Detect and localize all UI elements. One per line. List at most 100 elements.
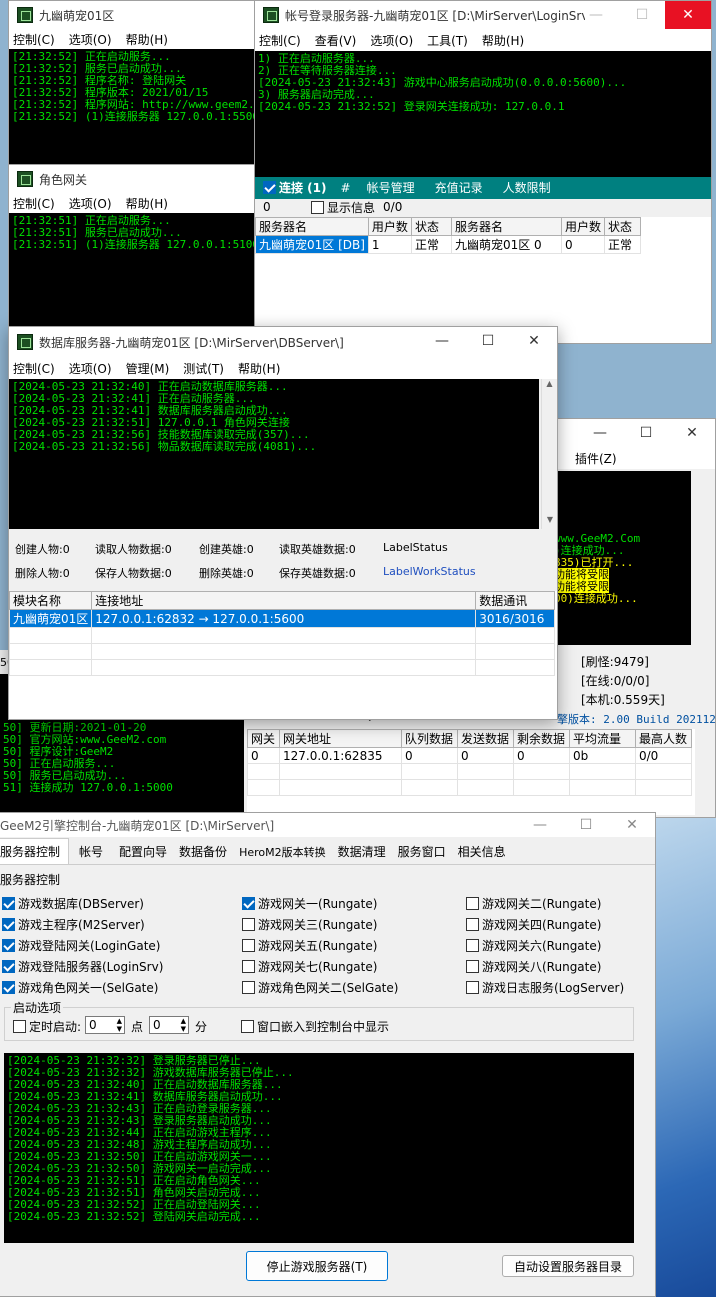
maximize-icon[interactable]: ☐ <box>619 1 665 29</box>
menu-view[interactable]: 查看(V) <box>315 32 357 49</box>
menu-control[interactable]: 控制(C) <box>13 195 55 212</box>
tab-recharge-log[interactable]: 充值记录 <box>435 179 483 196</box>
close-icon[interactable]: ✕ <box>511 327 557 355</box>
title-bar[interactable]: 九幽萌宠01区 <box>9 1 269 29</box>
menu-control[interactable]: 控制(C) <box>13 360 55 377</box>
table-row[interactable]: 九幽萌宠01区 [DB] 1 正常 九幽萌宠01区 0 0 正常 <box>255 235 641 254</box>
col-status-2[interactable]: 状态 <box>603 217 641 236</box>
tab-config-wizard[interactable]: 配置向导 <box>113 839 173 864</box>
col-gate[interactable]: 网关 <box>247 729 280 748</box>
col-gate-address[interactable]: 网关地址 <box>279 729 402 748</box>
checkbox-selgate1-box[interactable] <box>2 981 15 994</box>
scroll-down-icon[interactable]: ▼ <box>542 515 557 529</box>
checkbox-loginsrv-box[interactable] <box>2 960 15 973</box>
table-row[interactable]: 0 127.0.0.1:62835 0 0 0 0b 0/0 <box>247 747 692 764</box>
checkbox-rungate7-box[interactable] <box>242 960 255 973</box>
close-icon[interactable]: ✕ <box>669 419 715 447</box>
scroll-up-icon[interactable]: ▲ <box>542 379 557 393</box>
close-icon[interactable]: ✕ <box>609 813 655 837</box>
checkbox-rungate2-box[interactable] <box>466 897 479 910</box>
tab-account[interactable]: 帐号 <box>69 839 113 864</box>
tab-data-cleanup[interactable]: 数据清理 <box>332 839 392 864</box>
tab-data-backup[interactable]: 数据备份 <box>173 839 233 864</box>
col-remain[interactable]: 剩余数据 <box>513 729 570 748</box>
col-status[interactable]: 状态 <box>410 217 452 236</box>
checkbox-rungate1[interactable]: 游戏网关一(Rungate) <box>242 895 377 912</box>
embed-window-box[interactable] <box>241 1020 254 1033</box>
stop-server-button[interactable]: 停止游戏服务器(T) <box>246 1251 388 1281</box>
checkbox-dbserver-box[interactable] <box>2 897 15 910</box>
checkbox-selgate1[interactable]: 游戏角色网关一(SelGate) <box>2 979 158 996</box>
checkbox-rungate7[interactable]: 游戏网关七(Rungate) <box>242 958 377 975</box>
col-server-name[interactable]: 服务器名 <box>255 217 369 236</box>
title-bar[interactable]: 帐号登录服务器-九幽萌宠01区 [D:\MirServer\LoginSrv] … <box>255 1 711 29</box>
col-avg-flow[interactable]: 平均流量 <box>569 729 636 748</box>
hour-spinner[interactable]: 0 ▲ ▼ <box>85 1016 125 1034</box>
table-row[interactable]: 九幽萌宠01区 127.0.0.1:62832 → 127.0.0.1:5600… <box>9 609 555 628</box>
maximize-icon[interactable]: ☐ <box>623 419 669 447</box>
checkbox-rungate4[interactable]: 游戏网关四(Rungate) <box>466 916 601 933</box>
title-bar[interactable]: 数据库服务器-九幽萌宠01区 [D:\MirServer\DBServer\] … <box>9 327 557 357</box>
menu-help[interactable]: 帮助(H) <box>126 31 168 48</box>
checkbox-selgate2-box[interactable] <box>242 981 255 994</box>
title-bar[interactable]: GeeM2引擎控制台-九幽萌宠01区 [D:\MirServer\] — ☐ ✕ <box>0 813 655 837</box>
checkbox-rungate3-box[interactable] <box>242 918 255 931</box>
minimize-icon[interactable]: — <box>577 419 623 447</box>
tab-related-info[interactable]: 相关信息 <box>452 839 512 864</box>
close-icon[interactable]: ✕ <box>665 1 711 29</box>
checkbox-rungate4-box[interactable] <box>466 918 479 931</box>
col-max-users[interactable]: 最高人数 <box>635 729 692 748</box>
checkbox-rungate8[interactable]: 游戏网关八(Rungate) <box>466 958 601 975</box>
timer-start-checkbox[interactable]: 定时启动: <box>13 1018 81 1035</box>
checkbox-rungate5-box[interactable] <box>242 939 255 952</box>
maximize-icon[interactable]: ☐ <box>465 327 511 355</box>
spinner-arrows-icon[interactable]: ▲ ▼ <box>117 1017 122 1033</box>
connect-checkbox[interactable] <box>263 181 276 194</box>
auto-set-dir-button[interactable]: 自动设置服务器目录 <box>502 1255 634 1277</box>
spinner-arrows-icon[interactable]: ▲ ▼ <box>181 1017 186 1033</box>
col-module-name[interactable]: 模块名称 <box>9 591 93 610</box>
log-scrollbar[interactable]: ▲ ▼ <box>541 379 557 529</box>
tab-service-window[interactable]: 服务窗口 <box>392 839 452 864</box>
checkbox-rungate6-box[interactable] <box>466 939 479 952</box>
checkbox-m2server-box[interactable] <box>2 918 15 931</box>
checkbox-rungate1-box[interactable] <box>242 897 255 910</box>
menu-test[interactable]: 测试(T) <box>183 360 224 377</box>
col-data-comm[interactable]: 数据通讯 <box>475 591 555 610</box>
checkbox-selgate2[interactable]: 游戏角色网关二(SelGate) <box>242 979 398 996</box>
checkbox-logingate[interactable]: 游戏登陆网关(LoginGate) <box>2 937 160 954</box>
checkbox-rungate5[interactable]: 游戏网关五(Rungate) <box>242 937 377 954</box>
tab-server-control[interactable]: 服务器控制 <box>0 838 70 864</box>
col-send[interactable]: 发送数据 <box>457 729 514 748</box>
col-server-name-2[interactable]: 服务器名 <box>450 217 562 236</box>
menu-options[interactable]: 选项(O) <box>69 360 112 377</box>
menu-control[interactable]: 控制(C) <box>13 31 55 48</box>
show-info-checkbox[interactable] <box>311 200 324 214</box>
minimize-icon[interactable]: — <box>517 813 563 837</box>
maximize-icon[interactable]: ☐ <box>563 813 609 837</box>
tab-connect[interactable]: 连接 (1) <box>279 179 327 196</box>
checkbox-m2server[interactable]: 游戏主程序(M2Server) <box>2 916 145 933</box>
menu-options[interactable]: 选项(O) <box>69 195 112 212</box>
col-user-count-2[interactable]: 用户数 <box>560 217 605 236</box>
menu-options[interactable]: 选项(O) <box>69 31 112 48</box>
col-user-count[interactable]: 用户数 <box>367 217 412 236</box>
checkbox-loginsrv[interactable]: 游戏登陆服务器(LoginSrv) <box>2 958 163 975</box>
minute-spinner[interactable]: 0 ▲ ▼ <box>149 1016 189 1034</box>
checkbox-rungate6[interactable]: 游戏网关六(Rungate) <box>466 937 601 954</box>
menu-tools[interactable]: 工具(T) <box>427 32 468 49</box>
menu-options[interactable]: 选项(O) <box>370 32 413 49</box>
checkbox-dbserver[interactable]: 游戏数据库(DBServer) <box>2 895 144 912</box>
checkbox-logserver[interactable]: 游戏日志服务(LogServer) <box>466 979 624 996</box>
embed-window-checkbox[interactable]: 窗口嵌入到控制台中显示 <box>241 1018 389 1035</box>
minimize-icon[interactable]: — <box>419 327 465 355</box>
checkbox-logserver-box[interactable] <box>466 981 479 994</box>
tab-herom2-convert[interactable]: HeroM2版本转换 <box>233 840 332 864</box>
checkbox-rungate2[interactable]: 游戏网关二(Rungate) <box>466 895 601 912</box>
minimize-icon[interactable]: — <box>573 1 619 29</box>
col-connect-address[interactable]: 连接地址 <box>91 591 477 610</box>
checkbox-rungate8-box[interactable] <box>466 960 479 973</box>
tab-account-manage[interactable]: 帐号管理 <box>367 179 415 196</box>
menu-help[interactable]: 帮助(H) <box>482 32 524 49</box>
menu-help[interactable]: 帮助(H) <box>126 195 168 212</box>
